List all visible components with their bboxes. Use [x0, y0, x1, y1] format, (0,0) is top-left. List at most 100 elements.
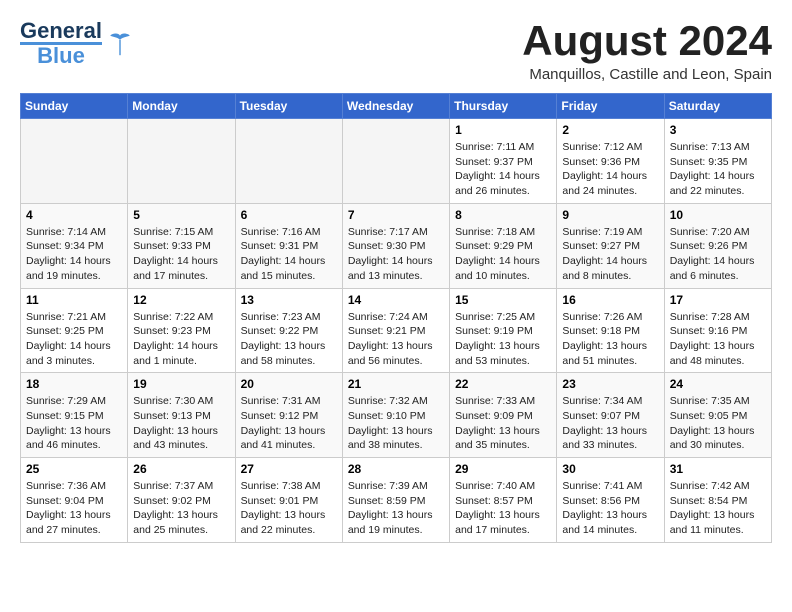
- day-number: 24: [670, 377, 766, 391]
- page-header: General Blue August 2024 Manquillos, Cas…: [20, 20, 772, 83]
- calendar-cell: 27 Sunrise: 7:38 AM Sunset: 9:01 PM Dayli…: [235, 458, 342, 543]
- weekday-header-sunday: Sunday: [21, 94, 128, 119]
- calendar-table: SundayMondayTuesdayWednesdayThursdayFrid…: [20, 93, 772, 543]
- day-info: Sunrise: 7:29 AM Sunset: 9:15 PM Dayligh…: [26, 394, 122, 453]
- day-number: 15: [455, 293, 551, 307]
- calendar-cell: [21, 119, 128, 204]
- day-number: 26: [133, 462, 229, 476]
- calendar-week-4: 18 Sunrise: 7:29 AM Sunset: 9:15 PM Dayli…: [21, 373, 772, 458]
- day-info: Sunrise: 7:26 AM Sunset: 9:18 PM Dayligh…: [562, 310, 658, 369]
- weekday-header-wednesday: Wednesday: [342, 94, 449, 119]
- day-number: 22: [455, 377, 551, 391]
- day-number: 30: [562, 462, 658, 476]
- weekday-header-saturday: Saturday: [664, 94, 771, 119]
- calendar-cell: [342, 119, 449, 204]
- calendar-header-row: SundayMondayTuesdayWednesdayThursdayFrid…: [21, 94, 772, 119]
- calendar-cell: 26 Sunrise: 7:37 AM Sunset: 9:02 PM Dayli…: [128, 458, 235, 543]
- calendar-cell: 7 Sunrise: 7:17 AM Sunset: 9:30 PM Daylig…: [342, 203, 449, 288]
- day-number: 25: [26, 462, 122, 476]
- day-info: Sunrise: 7:39 AM Sunset: 8:59 PM Dayligh…: [348, 479, 444, 538]
- day-info: Sunrise: 7:15 AM Sunset: 9:33 PM Dayligh…: [133, 225, 229, 284]
- title-area: August 2024 Manquillos, Castille and Leo…: [522, 20, 772, 83]
- calendar-cell: 8Sunrise: 7:18 AM Sunset: 9:29 PM Daylig…: [450, 203, 557, 288]
- calendar-cell: [235, 119, 342, 204]
- day-number: 5: [133, 208, 229, 222]
- day-info: Sunrise: 7:35 AM Sunset: 9:05 PM Dayligh…: [670, 394, 766, 453]
- day-info: Sunrise: 7:30 AM Sunset: 9:13 PM Dayligh…: [133, 394, 229, 453]
- calendar-cell: 24 Sunrise: 7:35 AM Sunset: 9:05 PM Dayli…: [664, 373, 771, 458]
- location-subtitle: Manquillos, Castille and Leon, Spain: [522, 66, 772, 83]
- calendar-cell: 1Sunrise: 7:11 AM Sunset: 9:37 PM Daylig…: [450, 119, 557, 204]
- calendar-cell: 9 Sunrise: 7:19 AM Sunset: 9:27 PM Daylig…: [557, 203, 664, 288]
- calendar-cell: 21 Sunrise: 7:32 AM Sunset: 9:10 PM Dayli…: [342, 373, 449, 458]
- day-info: Sunrise: 7:22 AM Sunset: 9:23 PM Dayligh…: [133, 310, 229, 369]
- logo-blue: Blue: [37, 45, 85, 67]
- calendar-cell: 22Sunrise: 7:33 AM Sunset: 9:09 PM Dayli…: [450, 373, 557, 458]
- day-number: 23: [562, 377, 658, 391]
- calendar-cell: 11 Sunrise: 7:21 AM Sunset: 9:25 PM Dayli…: [21, 288, 128, 373]
- calendar-cell: 17 Sunrise: 7:28 AM Sunset: 9:16 PM Dayli…: [664, 288, 771, 373]
- day-number: 10: [670, 208, 766, 222]
- day-number: 29: [455, 462, 551, 476]
- logo-general: General: [20, 20, 102, 42]
- calendar-cell: 12 Sunrise: 7:22 AM Sunset: 9:23 PM Dayli…: [128, 288, 235, 373]
- day-info: Sunrise: 7:13 AM Sunset: 9:35 PM Dayligh…: [670, 140, 766, 199]
- logo-bird-icon: [106, 30, 134, 58]
- calendar-cell: 25 Sunrise: 7:36 AM Sunset: 9:04 PM Dayli…: [21, 458, 128, 543]
- day-info: Sunrise: 7:11 AM Sunset: 9:37 PM Dayligh…: [455, 140, 551, 199]
- day-number: 3: [670, 123, 766, 137]
- day-info: Sunrise: 7:41 AM Sunset: 8:56 PM Dayligh…: [562, 479, 658, 538]
- day-info: Sunrise: 7:31 AM Sunset: 9:12 PM Dayligh…: [241, 394, 337, 453]
- day-number: 6: [241, 208, 337, 222]
- day-info: Sunrise: 7:17 AM Sunset: 9:30 PM Dayligh…: [348, 225, 444, 284]
- calendar-cell: 29Sunrise: 7:40 AM Sunset: 8:57 PM Dayli…: [450, 458, 557, 543]
- day-info: Sunrise: 7:32 AM Sunset: 9:10 PM Dayligh…: [348, 394, 444, 453]
- calendar-week-5: 25 Sunrise: 7:36 AM Sunset: 9:04 PM Dayli…: [21, 458, 772, 543]
- calendar-cell: 14Sunrise: 7:24 AM Sunset: 9:21 PM Dayli…: [342, 288, 449, 373]
- calendar-week-2: 4 Sunrise: 7:14 AM Sunset: 9:34 PM Daylig…: [21, 203, 772, 288]
- day-number: 9: [562, 208, 658, 222]
- day-info: Sunrise: 7:14 AM Sunset: 9:34 PM Dayligh…: [26, 225, 122, 284]
- calendar-cell: 6 Sunrise: 7:16 AM Sunset: 9:31 PM Daylig…: [235, 203, 342, 288]
- calendar-cell: 28 Sunrise: 7:39 AM Sunset: 8:59 PM Dayli…: [342, 458, 449, 543]
- day-number: 27: [241, 462, 337, 476]
- day-number: 14: [348, 293, 444, 307]
- day-number: 21: [348, 377, 444, 391]
- day-number: 12: [133, 293, 229, 307]
- day-number: 19: [133, 377, 229, 391]
- weekday-header-friday: Friday: [557, 94, 664, 119]
- calendar-week-3: 11 Sunrise: 7:21 AM Sunset: 9:25 PM Dayli…: [21, 288, 772, 373]
- calendar-cell: 2Sunrise: 7:12 AM Sunset: 9:36 PM Daylig…: [557, 119, 664, 204]
- calendar-cell: 30 Sunrise: 7:41 AM Sunset: 8:56 PM Dayli…: [557, 458, 664, 543]
- day-number: 31: [670, 462, 766, 476]
- day-info: Sunrise: 7:42 AM Sunset: 8:54 PM Dayligh…: [670, 479, 766, 538]
- calendar-cell: 19 Sunrise: 7:30 AM Sunset: 9:13 PM Dayli…: [128, 373, 235, 458]
- day-info: Sunrise: 7:21 AM Sunset: 9:25 PM Dayligh…: [26, 310, 122, 369]
- day-info: Sunrise: 7:25 AM Sunset: 9:19 PM Dayligh…: [455, 310, 551, 369]
- day-info: Sunrise: 7:37 AM Sunset: 9:02 PM Dayligh…: [133, 479, 229, 538]
- month-year-title: August 2024: [522, 20, 772, 62]
- day-number: 18: [26, 377, 122, 391]
- day-info: Sunrise: 7:16 AM Sunset: 9:31 PM Dayligh…: [241, 225, 337, 284]
- day-number: 4: [26, 208, 122, 222]
- calendar-cell: 18 Sunrise: 7:29 AM Sunset: 9:15 PM Dayli…: [21, 373, 128, 458]
- weekday-header-monday: Monday: [128, 94, 235, 119]
- day-number: 11: [26, 293, 122, 307]
- weekday-header-tuesday: Tuesday: [235, 94, 342, 119]
- day-info: Sunrise: 7:36 AM Sunset: 9:04 PM Dayligh…: [26, 479, 122, 538]
- calendar-cell: 13Sunrise: 7:23 AM Sunset: 9:22 PM Dayli…: [235, 288, 342, 373]
- calendar-cell: 23 Sunrise: 7:34 AM Sunset: 9:07 PM Dayli…: [557, 373, 664, 458]
- calendar-cell: 31 Sunrise: 7:42 AM Sunset: 8:54 PM Dayli…: [664, 458, 771, 543]
- day-info: Sunrise: 7:38 AM Sunset: 9:01 PM Dayligh…: [241, 479, 337, 538]
- day-number: 17: [670, 293, 766, 307]
- day-info: Sunrise: 7:28 AM Sunset: 9:16 PM Dayligh…: [670, 310, 766, 369]
- day-info: Sunrise: 7:34 AM Sunset: 9:07 PM Dayligh…: [562, 394, 658, 453]
- day-number: 16: [562, 293, 658, 307]
- logo: General Blue: [20, 20, 134, 67]
- day-info: Sunrise: 7:19 AM Sunset: 9:27 PM Dayligh…: [562, 225, 658, 284]
- day-number: 7: [348, 208, 444, 222]
- calendar-cell: 16 Sunrise: 7:26 AM Sunset: 9:18 PM Dayli…: [557, 288, 664, 373]
- day-number: 2: [562, 123, 658, 137]
- calendar-cell: 4 Sunrise: 7:14 AM Sunset: 9:34 PM Daylig…: [21, 203, 128, 288]
- day-number: 28: [348, 462, 444, 476]
